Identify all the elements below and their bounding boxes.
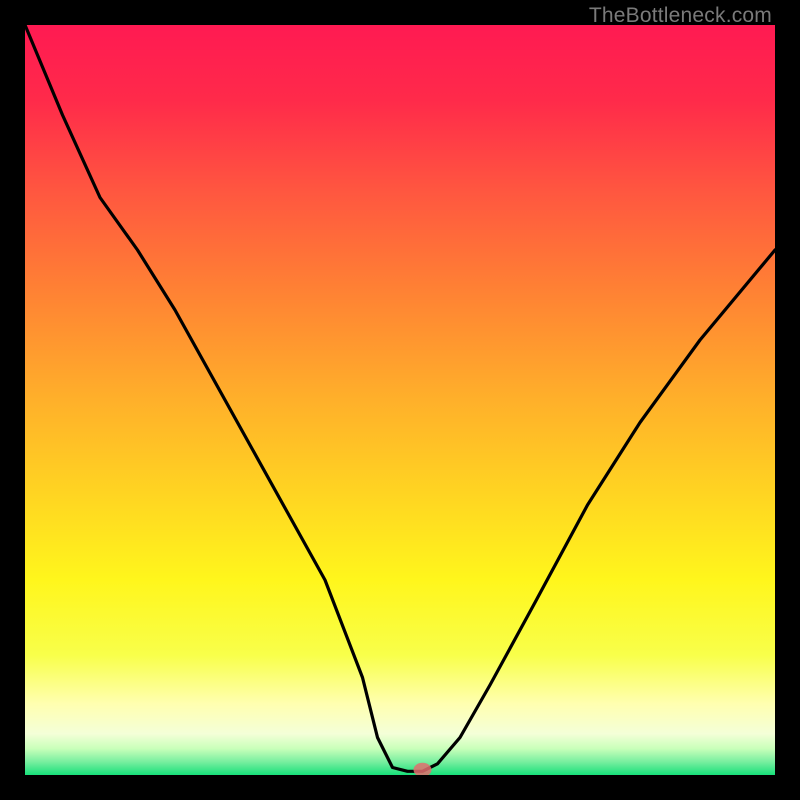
gradient-background [25, 25, 775, 775]
chart-frame [25, 25, 775, 775]
bottleneck-chart [25, 25, 775, 775]
